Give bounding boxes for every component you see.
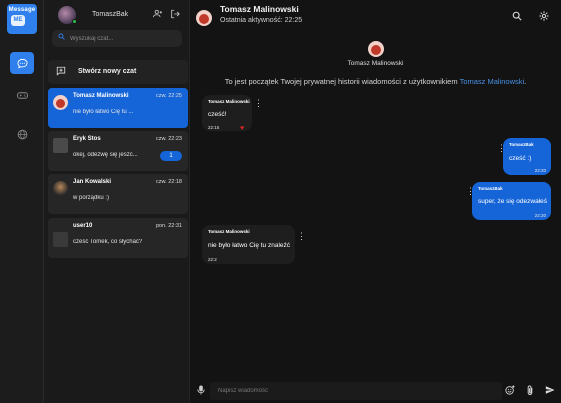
contact-name: Tomasz Malinowski xyxy=(220,4,299,14)
settings-icon[interactable] xyxy=(539,11,549,24)
message-composer xyxy=(190,380,561,403)
heart-reaction-icon: ♥ xyxy=(240,125,245,132)
emoji-icon[interactable] xyxy=(505,385,515,398)
avatar xyxy=(53,232,68,247)
conversation-intro: To jest początek Twojej prywatnej histor… xyxy=(190,77,561,86)
avatar xyxy=(53,95,68,110)
user-header: TomaszBak xyxy=(44,0,190,30)
add-person-icon[interactable] xyxy=(153,9,163,21)
message-time: 22:20 xyxy=(534,213,546,218)
chat-item-time: pon. 22:31 xyxy=(156,223,182,229)
microphone-icon[interactable] xyxy=(197,385,205,397)
gamepad-icon[interactable] xyxy=(10,84,34,106)
intro-contact-name: Tomasz Malinowski xyxy=(347,60,404,67)
logout-icon[interactable] xyxy=(170,9,180,22)
user-name: TomaszBak xyxy=(92,11,129,18)
more-vertical-icon[interactable]: ⋮ xyxy=(297,232,306,241)
chat-list-panel: TomaszBak Stwórz nowy czat T xyxy=(44,0,190,403)
search-icon[interactable] xyxy=(512,11,522,24)
chat-item-user10[interactable]: user10 pon. 22:31 cześć Tomek, co słycha… xyxy=(48,218,188,258)
chat-item-name: Eryk Stos xyxy=(73,136,101,142)
chat-item-name: Jan Kowalski xyxy=(73,179,112,185)
unread-badge: 1 xyxy=(160,151,182,161)
chat-item-jan-kowalski[interactable]: Jan Kowalski czw. 22:18 w porządku :) xyxy=(48,174,188,214)
message-sender: TomaszBak xyxy=(509,142,534,147)
nav-rail: Message ME xyxy=(0,0,44,403)
avatar[interactable] xyxy=(196,10,212,26)
conversation-header: Tomasz Malinowski Ostatnia aktywność: 22… xyxy=(190,0,561,36)
avatar xyxy=(368,41,384,57)
chat-item-name: Tomasz Malinowski xyxy=(73,93,129,99)
chat-icon[interactable] xyxy=(10,52,34,74)
attach-icon[interactable] xyxy=(526,385,534,399)
chat-item-eryk-stos[interactable]: Eryk Stos czw. 22:23 okej, odezwę się je… xyxy=(48,131,188,171)
message-time: 22:2 xyxy=(208,257,217,262)
message-bubble[interactable]: Tomasz Malinowski nie było łatwo Cię tu … xyxy=(202,225,295,264)
new-chat-icon xyxy=(56,66,66,79)
message-sender: Tomasz Malinowski xyxy=(208,229,250,234)
send-icon[interactable] xyxy=(545,385,555,398)
app-window: Message ME TomaszBak Wyszukaj czat... St… xyxy=(0,0,561,403)
message-bubble[interactable]: Tomasz Malinowski cześć! 22:15 ♥ xyxy=(202,95,252,132)
chat-item-preview: cześć Tomek, co słychać? xyxy=(73,239,143,245)
search-icon xyxy=(58,33,65,42)
intro-profile-link[interactable]: Tomasz Malinowski xyxy=(460,77,525,86)
more-vertical-icon[interactable]: ⋮ xyxy=(497,144,506,153)
chat-item-preview: nie było łatwo Cię tu ... xyxy=(73,109,134,115)
message-text: super, że się odezwałeś xyxy=(478,198,548,205)
chat-item-preview: okej, odezwę się jeszc... xyxy=(73,152,138,158)
conversation-panel: Tomasz Malinowski Ostatnia aktywność: 22… xyxy=(190,0,561,403)
chat-item-preview: w porządku :) xyxy=(73,195,110,201)
intro-text: To jest początek Twojej prywatnej histor… xyxy=(224,77,458,86)
search-bar xyxy=(52,30,182,47)
avatar xyxy=(53,138,68,153)
message-sender: TomaszBak xyxy=(478,186,503,191)
globe-icon[interactable] xyxy=(10,123,34,145)
chat-item-name: user10 xyxy=(73,223,93,229)
message-input[interactable] xyxy=(210,382,502,400)
intro-suffix: . xyxy=(524,77,527,86)
message-sender: Tomasz Malinowski xyxy=(208,99,250,104)
chat-item-time: czw. 22:18 xyxy=(156,179,182,185)
message-text: cześć :) xyxy=(509,155,532,162)
message-time: 22:15 xyxy=(208,125,220,130)
app-logo[interactable]: Message ME xyxy=(7,4,37,34)
search-input[interactable] xyxy=(70,32,176,45)
message-bubble[interactable]: TomaszBak cześć :) 22:20 xyxy=(503,138,551,175)
new-chat-button[interactable]: Stwórz nowy czat xyxy=(48,60,188,84)
last-active-status: Ostatnia aktywność: 22:25 xyxy=(220,17,303,24)
message-text: cześć! xyxy=(208,111,227,118)
avatar xyxy=(53,181,68,196)
chat-item-time: czw. 22:25 xyxy=(156,93,182,99)
message-text: nie było łatwo Cię tu znaleźć xyxy=(208,242,291,249)
chat-item-time: czw. 22:23 xyxy=(156,136,182,142)
more-vertical-icon[interactable]: ⋮ xyxy=(466,187,475,196)
logo-text: Message xyxy=(8,7,36,13)
logo-badge: ME xyxy=(11,15,25,26)
message-time: 22:20 xyxy=(534,168,546,173)
chat-item-tomasz-malinowski[interactable]: Tomasz Malinowski czw. 22:25 nie było ła… xyxy=(48,88,188,128)
more-vertical-icon[interactable]: ⋮ xyxy=(254,99,263,108)
message-bubble[interactable]: TomaszBak super, że się odezwałeś 22:20 xyxy=(472,182,551,220)
online-status-dot xyxy=(72,19,77,24)
new-chat-label: Stwórz nowy czat xyxy=(78,68,137,75)
